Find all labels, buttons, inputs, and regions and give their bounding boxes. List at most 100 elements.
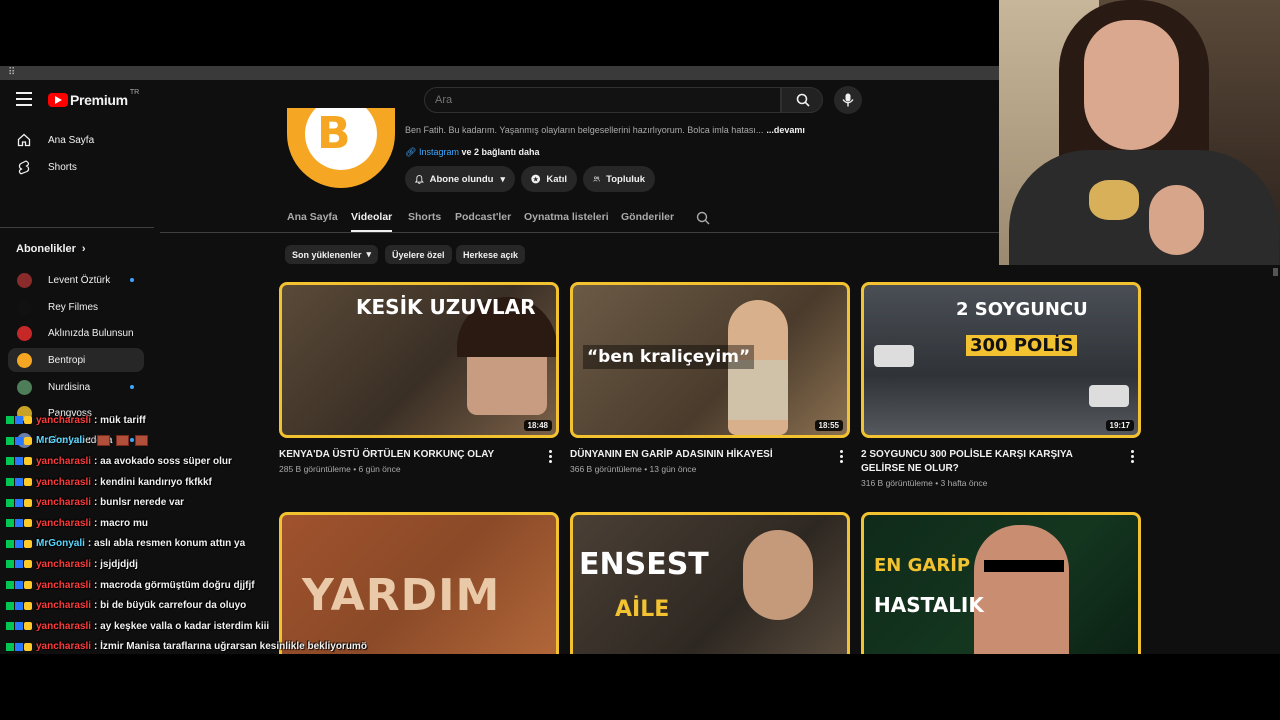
tab-home[interactable]: Ana Sayfa — [287, 211, 338, 223]
mic-icon — [842, 93, 854, 107]
thumb-caption: EN GARİP — [874, 555, 971, 576]
subscribed-label: Abone olundu — [429, 173, 494, 185]
thumb-caption: “ben kraliçeyim” — [583, 345, 755, 369]
menu-icon[interactable] — [16, 92, 32, 106]
community-button[interactable]: Topluluk — [583, 166, 655, 192]
tab-podcasts[interactable]: Podcast'ler — [455, 211, 511, 223]
scrollbar-thumb[interactable] — [1273, 268, 1278, 276]
video-thumbnail[interactable]: “ben kraliçeyim” 18:55 — [570, 282, 850, 438]
chat-badges-icon — [6, 622, 33, 631]
chat-message: MrGonyali: — [6, 431, 326, 452]
chip-members-only[interactable]: Üyelere özel — [385, 245, 452, 264]
webcam-face — [1084, 20, 1179, 150]
channel-avatar[interactable]: B — [287, 108, 395, 188]
video-card[interactable]: EN GARİP HASTALIK — [861, 512, 1141, 654]
video-card[interactable]: “ben kraliçeyim” 18:55 DÜNYANIN EN GARİP… — [570, 282, 850, 474]
sidebar-item-home[interactable]: Ana Sayfa — [8, 128, 144, 152]
chat-username[interactable]: yancharasli — [36, 497, 91, 508]
search-input[interactable] — [425, 88, 780, 112]
subscribed-button[interactable]: Abone olundu ▾ — [405, 166, 515, 192]
more-links-text[interactable]: ve 2 bağlantı daha — [459, 147, 539, 157]
youtube-premium-logo[interactable]: Premium TR — [48, 88, 140, 108]
grid-icon[interactable]: ⠿ — [8, 67, 15, 78]
subscriptions-heading[interactable]: Abonelikler › — [16, 243, 86, 255]
logo-word: Premium — [70, 92, 128, 108]
webcam-overlay — [999, 0, 1280, 265]
join-button[interactable]: Katıl — [521, 166, 577, 192]
more-link[interactable]: ...devamı — [766, 125, 805, 135]
channel-search-icon[interactable] — [696, 211, 710, 225]
bell-icon — [415, 174, 424, 184]
chat-text: : İzmir Manisa taraflarına uğrarsan kesi… — [94, 641, 367, 653]
chat-username[interactable]: yancharasli — [36, 477, 91, 488]
video-title[interactable]: 2 SOYGUNCU 300 POLİSLE KARŞI KARŞIYA GEL… — [861, 448, 1111, 476]
chat-message: yancharasli: kendini kandırıyo fkfkkf — [6, 472, 326, 493]
search-button[interactable] — [781, 87, 823, 113]
sidebar-item-channel[interactable]: Bentropi — [8, 348, 144, 372]
chat-username[interactable]: yancharasli — [36, 600, 91, 611]
chat-badges-icon — [6, 416, 33, 425]
chat-username[interactable]: yancharasli — [36, 621, 91, 632]
chat-text: : macro mu — [94, 517, 148, 529]
search-box[interactable] — [424, 87, 781, 113]
logo-country: TR — [129, 88, 140, 96]
voice-search-button[interactable] — [834, 86, 862, 114]
chat-username[interactable]: yancharasli — [36, 641, 91, 652]
sidebar-divider — [0, 227, 154, 228]
chat-message: yancharasli: bunlsr nerede var — [6, 492, 326, 513]
channel-tabs: Ana Sayfa Videolar Shorts Podcast'ler Oy… — [287, 211, 1000, 233]
chat-username[interactable]: yancharasli — [36, 456, 91, 467]
chat-emote-icon — [135, 435, 149, 447]
chat-text: : aa avokado soss süper olur — [94, 455, 232, 467]
sidebar-item-shorts[interactable]: Shorts — [8, 155, 144, 179]
chat-username[interactable]: MrGonyali — [36, 538, 85, 549]
tab-shorts[interactable]: Shorts — [408, 211, 441, 223]
video-card[interactable]: 2 SOYGUNCU 300 POLİS 19:17 2 SOYGUNCU 30… — [861, 282, 1141, 488]
tab-videos[interactable]: Videolar — [351, 211, 393, 232]
chat-message: yancharasli: bi de büyük carrefour da ol… — [6, 595, 326, 616]
chat-username[interactable]: yancharasli — [36, 518, 91, 529]
video-title[interactable]: DÜNYANIN EN GARİP ADASININ HİKAYESİ — [570, 448, 820, 462]
channel-links[interactable]: 🔗︎ Instagram ve 2 bağlantı daha — [405, 147, 540, 158]
new-content-dot — [130, 385, 134, 389]
more-options-icon[interactable] — [1131, 450, 1135, 465]
thumb-dress — [728, 360, 788, 420]
chat-text: : macroda görmüştüm doğru djjfjf — [94, 579, 255, 591]
thumb-caption: YARDIM — [302, 570, 501, 621]
video-thumbnail[interactable]: EN GARİP HASTALIK — [861, 512, 1141, 654]
thumb-caption: KESİK UZUVLAR — [356, 295, 536, 319]
youtube-play-icon — [48, 93, 68, 107]
sidebar-item-label: Shorts — [48, 161, 77, 173]
chat-username[interactable]: yancharasli — [36, 415, 91, 426]
more-options-icon[interactable] — [840, 450, 844, 465]
instagram-link[interactable]: Instagram — [419, 147, 459, 157]
sidebar-item-channel[interactable]: Rey Filmes — [8, 295, 144, 319]
chat-username[interactable]: yancharasli — [36, 580, 91, 591]
chip-public[interactable]: Herkese açık — [456, 245, 526, 264]
more-options-icon[interactable] — [549, 450, 553, 465]
sidebar-item-channel[interactable]: Levent Öztürk — [8, 268, 144, 292]
thumb-caption-secondary: AİLE — [615, 597, 670, 622]
video-thumbnail[interactable]: 2 SOYGUNCU 300 POLİS 19:17 — [861, 282, 1141, 438]
video-duration: 18:48 — [523, 420, 552, 431]
chat-message: yancharasli: ay keşkee valla o kadar ist… — [6, 616, 326, 637]
chip-latest[interactable]: Son yüklenenler ▾ — [285, 245, 379, 264]
chat-username[interactable]: MrGonyali — [36, 435, 85, 446]
tab-playlists[interactable]: Oynatma listeleri — [524, 211, 609, 223]
thumb-caption: 2 SOYGUNCU — [956, 299, 1088, 320]
description-text: Ben Fatih. Bu kadarım. Yaşanmış olayları… — [405, 125, 764, 135]
new-content-dot — [130, 278, 134, 282]
chat-badges-icon — [6, 478, 33, 487]
tab-posts[interactable]: Gönderiler — [621, 211, 674, 223]
chat-username[interactable]: yancharasli — [36, 559, 91, 570]
webcam-hand — [1149, 185, 1204, 255]
sidebar-item-label: Ana Sayfa — [48, 134, 95, 146]
chat-text: : mük tariff — [94, 414, 146, 426]
sidebar-item-channel[interactable]: Nurdisina — [8, 375, 144, 399]
channel-description[interactable]: Ben Fatih. Bu kadarım. Yaşanmış olayları… — [405, 125, 805, 135]
sidebar-item-channel[interactable]: Aklınızda Bulunsun — [8, 321, 144, 345]
home-icon — [16, 132, 32, 148]
video-card[interactable]: ENSEST AİLE — [570, 512, 850, 654]
video-thumbnail[interactable]: ENSEST AİLE — [570, 512, 850, 654]
chat-badges-icon — [6, 581, 33, 590]
